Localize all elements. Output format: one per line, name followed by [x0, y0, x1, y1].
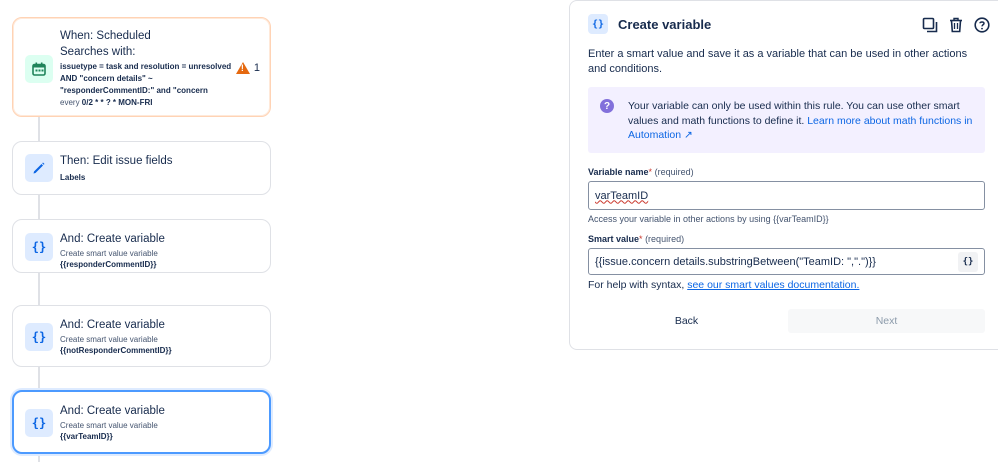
flow-connector — [38, 116, 40, 144]
trigger-jql-line: AND "concern details" ~ — [60, 74, 153, 83]
step-detail: {{varTeamID}} — [60, 432, 113, 441]
trigger-schedule: every 0/2 * * ? * MON-FRI — [60, 98, 152, 107]
smart-value-value: {{issue.concern details.substringBetween… — [595, 255, 876, 268]
warning-icon — [235, 62, 250, 74]
braces-icon: {} — [25, 409, 53, 437]
delete-button[interactable] — [946, 15, 966, 35]
info-text: Your variable can only be used within th… — [628, 99, 973, 143]
step-card-create-variable[interactable]: {} And: Create variable Create smart val… — [12, 305, 271, 367]
next-button[interactable]: Next — [788, 309, 985, 333]
step-sub: Create smart value variable — [60, 421, 158, 430]
variable-name-helper: Access your variable in other actions by… — [588, 214, 829, 224]
step-card-create-variable[interactable]: {} And: Create variable Create smart val… — [12, 219, 271, 273]
variable-name-label: Variable name* (required) — [588, 167, 694, 177]
step-title: And: Create variable — [60, 233, 165, 245]
create-variable-panel: {} Create variable Enter a smart value a… — [569, 0, 998, 350]
trigger-searches-label: Searches with: — [60, 46, 136, 58]
braces-icon: {} — [588, 14, 608, 34]
required-text: (required) — [645, 234, 685, 244]
braces-icon: {} — [25, 233, 53, 261]
panel-title: Create variable — [618, 16, 712, 32]
step-sub: Create smart value variable — [60, 249, 158, 258]
panel-actions — [920, 15, 992, 35]
warning-count: 1 — [253, 62, 260, 74]
trigger-jql-line: "responderCommentID:" and "concern — [60, 86, 208, 95]
duplicate-button[interactable] — [920, 15, 940, 35]
step-card-create-variable-selected[interactable]: {} And: Create variable Create smart val… — [12, 390, 271, 454]
variable-name-value: varTeamID — [595, 189, 649, 202]
trigger-warning[interactable]: 1 — [235, 62, 260, 74]
braces-icon: {} — [25, 323, 53, 351]
step-title: And: Create variable — [60, 405, 165, 417]
step-sub: Create smart value variable — [60, 335, 158, 344]
back-button[interactable]: Back — [588, 309, 785, 333]
step-title: Then: Edit issue fields — [60, 155, 173, 167]
trash-icon — [950, 17, 962, 33]
step-detail: Labels — [60, 173, 86, 182]
step-title: And: Create variable — [60, 319, 165, 331]
syntax-help: For help with syntax, see our smart valu… — [588, 279, 859, 291]
trigger-card-scheduled[interactable]: When: Scheduled Searches with: issuetype… — [12, 17, 271, 117]
trigger-jql-line: issuetype = task and resolution = unreso… — [60, 62, 232, 71]
question-icon: ? — [600, 99, 614, 113]
help-button[interactable] — [972, 15, 992, 35]
flow-connector — [38, 272, 40, 308]
required-mark: * — [648, 167, 653, 177]
info-message: ? Your variable can only be used within … — [588, 87, 985, 153]
variable-name-input[interactable]: varTeamID — [588, 181, 985, 210]
flow-connector — [38, 366, 40, 392]
help-icon — [974, 17, 990, 33]
step-card-edit-issue[interactable]: Then: Edit issue fields Labels — [12, 141, 271, 195]
smart-value-picker-button[interactable]: {} — [958, 252, 978, 272]
step-detail: {{responderCommentID}} — [60, 260, 157, 269]
syntax-help-text: For help with syntax, — [588, 279, 685, 291]
smart-value-input[interactable]: {{issue.concern details.substringBetween… — [588, 248, 985, 275]
variable-name-label-text: Variable name — [588, 167, 649, 177]
smart-value-label-text: Smart value — [588, 234, 640, 244]
panel-header: {} Create variable — [588, 14, 711, 34]
flow-connector — [38, 194, 40, 222]
panel-description: Enter a smart value and save it as a var… — [588, 48, 968, 75]
smart-value-label: Smart value* (required) — [588, 234, 684, 244]
required-mark: * — [639, 234, 643, 244]
smart-values-docs-link[interactable]: see our smart values documentation. — [687, 279, 859, 291]
step-detail: {{notResponderCommentID}} — [60, 346, 172, 355]
pencil-icon — [25, 154, 53, 182]
duplicate-icon — [922, 17, 938, 33]
rule-flow: When: Scheduled Searches with: issuetype… — [0, 0, 290, 462]
required-text: (required) — [654, 167, 694, 177]
calendar-icon — [25, 55, 53, 83]
trigger-title: When: Scheduled — [60, 30, 151, 42]
schedule-prefix: every — [60, 98, 80, 107]
schedule-cron: 0/2 * * ? * MON-FRI — [81, 98, 153, 107]
